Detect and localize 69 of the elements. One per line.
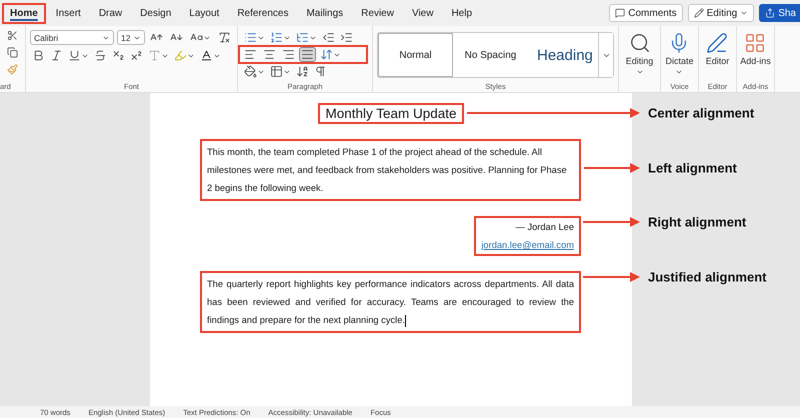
caret-icon <box>675 68 684 76</box>
ribbon-tab[interactable]: Draw <box>90 2 130 24</box>
ribbon-tab[interactable]: View <box>404 2 442 24</box>
pen-icon <box>706 32 728 54</box>
text-cursor <box>404 314 406 327</box>
annotation-arrow <box>584 163 640 173</box>
annotation-label: Right alignment <box>648 214 746 230</box>
caret-icon <box>740 9 748 17</box>
align-left-icon <box>244 48 257 61</box>
ribbon-command[interactable]: Editor <box>706 30 730 66</box>
align-center-icon <box>263 48 276 61</box>
clear-format-icon <box>218 31 231 44</box>
pencil-icon <box>694 8 704 18</box>
ribbon-command[interactable]: Editing <box>626 30 654 76</box>
ribbon-tab[interactable]: Layout <box>181 2 228 24</box>
highlighter-icon <box>174 49 187 62</box>
ribbon-tab[interactable]: Design <box>132 2 180 24</box>
document-paragraph: The quarterly report highlights key performance indicators across departments. All data has been reviewed and verified for accuracy. Teams are encouraged to review the findings and prepare for the next planning cycle. <box>200 271 581 333</box>
document-title: Monthly Team Update <box>318 103 464 124</box>
ribbon-tab[interactable]: References <box>229 2 296 24</box>
document-paragraph: This month, the team completed Phase 1 of the project ahead of the schedule. All milestones were met, and feedback from stakeholders was positive. Planning for Phase 2 begins the following week. <box>200 139 581 201</box>
ribbon-tab[interactable]: Home <box>2 2 46 24</box>
multilevel-list-icon <box>296 31 309 44</box>
superscript-icon <box>130 49 143 62</box>
annotation-label: Justified alignment <box>648 270 766 284</box>
comments-button[interactable]: Comments <box>609 4 683 22</box>
line-spacing-icon <box>320 48 333 61</box>
font-name-field[interactable]: Calibri <box>30 30 114 45</box>
subscript-icon <box>112 49 125 62</box>
ribbon-tab[interactable]: Help <box>443 2 480 24</box>
paintbrush-icon <box>7 64 18 75</box>
borders-icon <box>270 65 283 78</box>
style-item[interactable]: Normal <box>378 33 453 77</box>
editing-button[interactable]: Editing <box>688 4 754 22</box>
ribbon-tab[interactable]: Review <box>353 2 402 24</box>
ribbon-command[interactable]: Add-ins <box>740 30 771 66</box>
annotation-label: Left alignment <box>648 160 737 176</box>
signature-name: — Jordan Lee <box>516 221 574 234</box>
align-right-icon <box>282 48 295 61</box>
copy-icon <box>7 47 18 58</box>
increase-indent-icon <box>340 31 353 44</box>
annotation-label: Center alignment <box>648 106 754 120</box>
numbering-icon <box>270 31 283 44</box>
sort-icon <box>296 65 309 78</box>
font-color-icon <box>200 49 213 62</box>
email-link[interactable]: jordan.lee@email.com <box>481 236 574 254</box>
scissors-icon <box>7 30 18 41</box>
share-icon <box>765 8 776 18</box>
grid-icon <box>744 32 766 54</box>
annotation-arrow <box>583 272 640 282</box>
decrease-indent-icon <box>322 31 335 44</box>
bold-icon <box>32 49 45 62</box>
comment-icon <box>615 8 626 18</box>
text-effects-icon <box>148 49 161 62</box>
show-formatting-icon <box>314 65 327 78</box>
align-justify-icon <box>301 48 314 61</box>
italic-icon <box>50 49 63 62</box>
search-icon <box>628 32 650 54</box>
underline-icon <box>68 49 81 62</box>
ribbon-command[interactable]: Dictate <box>665 30 694 76</box>
alignment-button[interactable] <box>299 47 316 62</box>
ribbon-tab[interactable]: Mailings <box>298 2 352 24</box>
annotation-arrow <box>583 217 640 227</box>
shading-icon <box>244 65 257 78</box>
share-button[interactable]: Sha <box>759 4 800 22</box>
ribbon-tab[interactable]: Insert <box>48 2 89 24</box>
caret-icon <box>636 68 644 76</box>
font-size-field[interactable]: 12 <box>117 30 145 45</box>
strikethrough-icon <box>94 49 107 62</box>
